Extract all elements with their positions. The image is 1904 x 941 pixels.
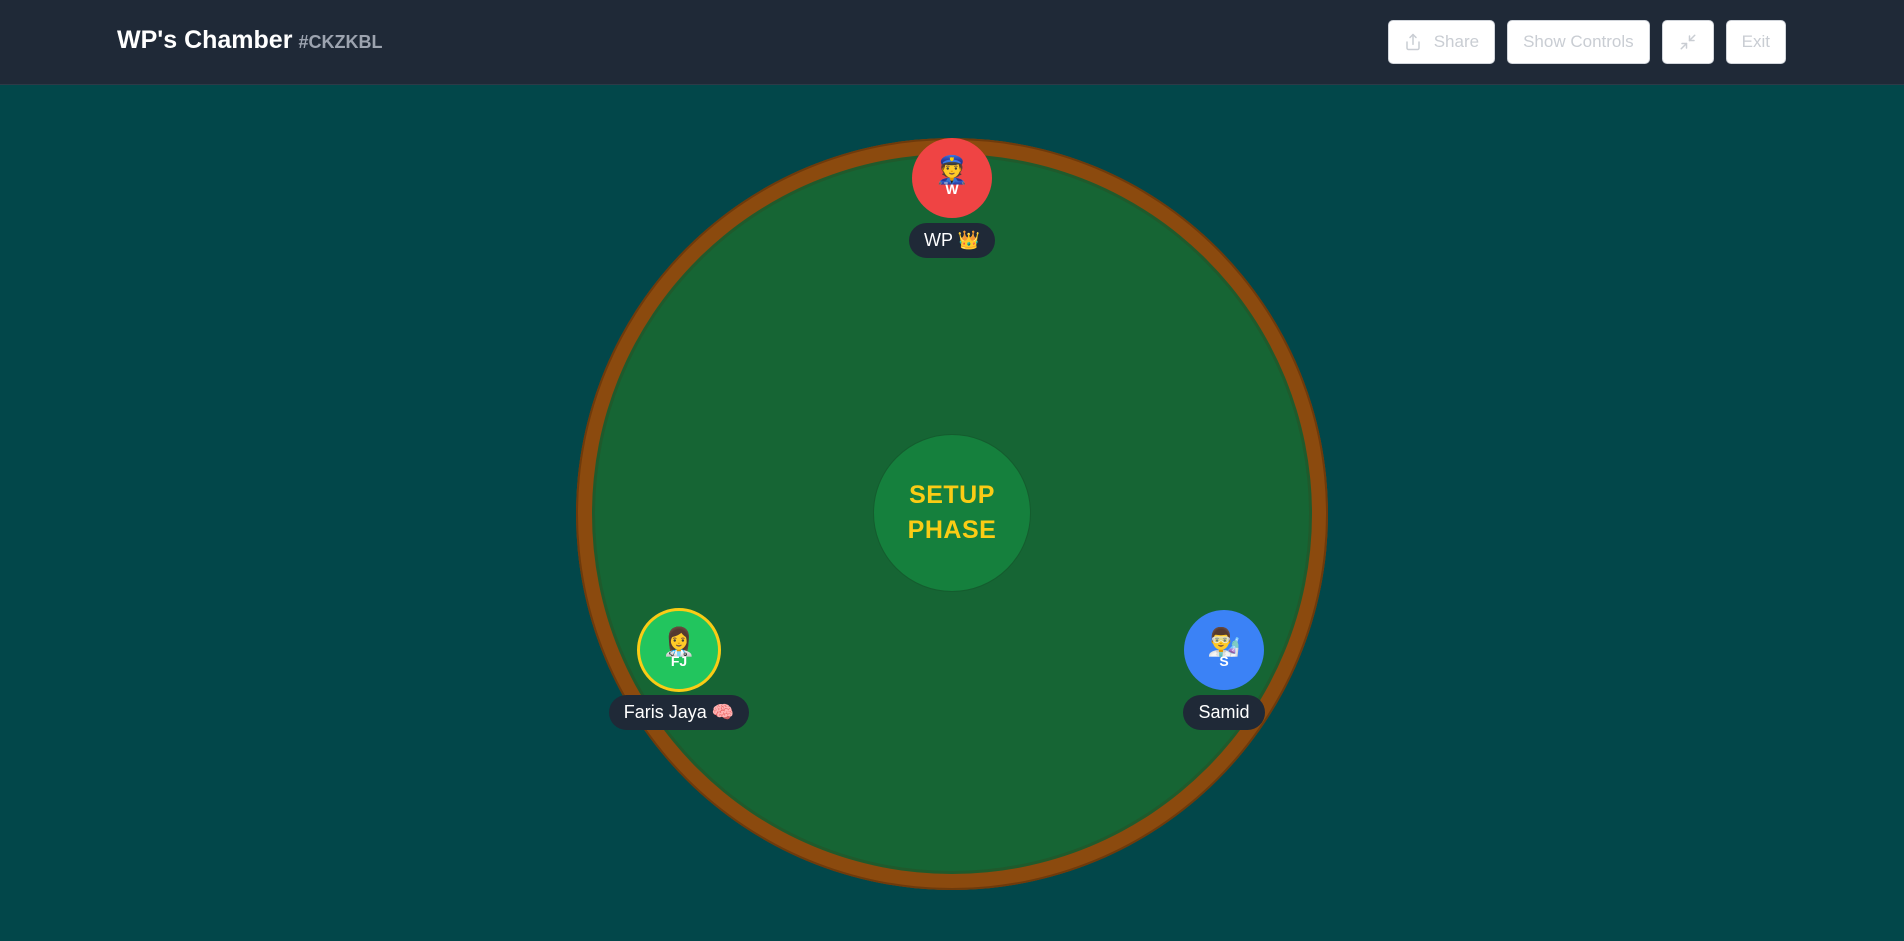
share-button[interactable]: Share xyxy=(1387,20,1496,64)
room-title: WP's Chamber #CKZKBL xyxy=(117,26,382,55)
player-avatar[interactable]: 👨‍🔬 S xyxy=(1184,610,1264,690)
player-avatar[interactable]: 👩‍⚕️ FJ xyxy=(637,608,721,692)
player-seat-wp[interactable]: 👮 W WP 👑 xyxy=(852,138,1052,258)
share-icon xyxy=(1404,33,1422,51)
player-initials: FJ xyxy=(670,653,688,669)
show-controls-label: Show Controls xyxy=(1523,32,1634,51)
phase-line-2: PHASE xyxy=(907,516,997,544)
player-nameplate: Samid xyxy=(1183,695,1265,730)
minimize-icon xyxy=(1679,33,1697,51)
player-seat-faris-jaya[interactable]: 👩‍⚕️ FJ Faris Jaya 🧠 xyxy=(579,608,779,730)
player-avatar[interactable]: 👮 W xyxy=(912,138,992,218)
header-controls: Share Show Controls Exit xyxy=(1387,20,1786,64)
top-bar: WP's Chamber #CKZKBL Share Show Controls xyxy=(0,0,1904,85)
police-officer-icon: 👮 xyxy=(935,155,969,185)
room-name: WP's Chamber xyxy=(117,26,293,54)
player-seat-samid[interactable]: 👨‍🔬 S Samid xyxy=(1124,610,1324,730)
phase-line-1: SETUP xyxy=(909,481,995,509)
player-initials: S xyxy=(1219,653,1229,669)
exit-button[interactable]: Exit xyxy=(1725,20,1786,64)
player-initials: W xyxy=(945,181,959,197)
exit-button-label: Exit xyxy=(1741,32,1770,51)
share-button-label: Share xyxy=(1433,32,1480,51)
room-code: #CKZKBL xyxy=(298,32,383,52)
player-nameplate: WP 👑 xyxy=(908,223,996,258)
minimize-button[interactable] xyxy=(1661,20,1714,64)
player-nameplate: Faris Jaya 🧠 xyxy=(608,695,750,730)
show-controls-button[interactable]: Show Controls xyxy=(1507,20,1650,64)
health-worker-icon: 👩‍⚕️ xyxy=(662,627,696,657)
phase-indicator: SETUP PHASE xyxy=(873,434,1031,592)
scientist-icon: 👨‍🔬 xyxy=(1207,627,1241,657)
